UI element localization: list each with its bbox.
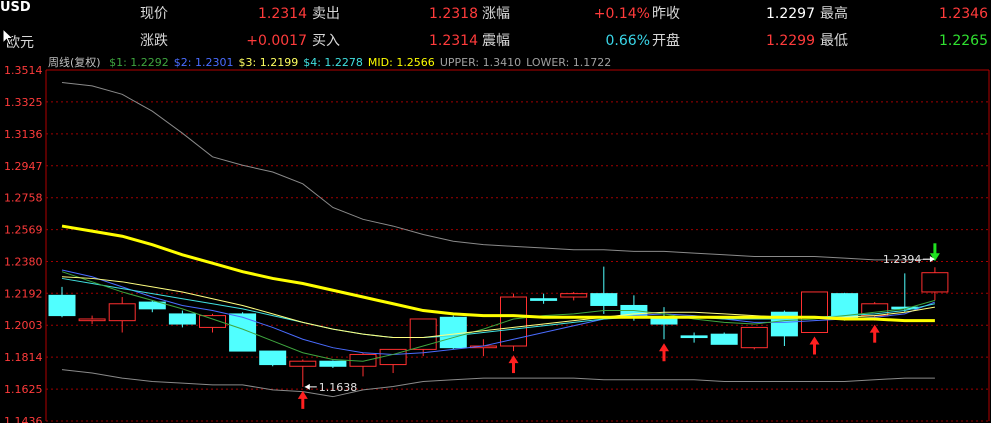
y-tick-label: 1.2003 [4,319,43,332]
candle [469,339,497,357]
up-arrow-icon [809,336,820,355]
candle [319,360,347,368]
y-axis: 1.3514 1.3325 1.3136 1.2947 1.2758 1.2569 1.23… [4,64,43,423]
candle-body [78,318,106,322]
up-arrow-icon [659,343,669,362]
candle-body [289,360,317,367]
candle-body [560,293,588,298]
candle [530,293,558,304]
candle [801,291,828,333]
up-arrow-head [659,343,669,352]
candle [108,297,136,333]
candle [740,326,768,350]
candle-body [259,350,287,366]
candle [138,300,166,313]
y-tick-label: 1.1625 [4,383,43,396]
candle [78,315,106,325]
candle [199,313,226,333]
price-annotation: 1.1638 [304,381,358,394]
candle-body [409,318,437,350]
candle-body [439,316,467,349]
y-tick-label: 1.2380 [4,256,43,269]
candle [680,332,708,343]
y-tick-label: 1.2192 [4,287,43,300]
y-tick-label: 1.2947 [4,160,43,173]
y-tick-label: 1.1814 [4,351,43,364]
y-tick-label: 1.3136 [4,128,43,141]
candle-body [500,296,527,347]
candle-body [199,315,226,328]
up-arrow-head [869,324,880,333]
candle-body [48,294,76,317]
candle [259,350,287,367]
up-arrow-head [508,355,519,364]
y-tick-label: 1.3325 [4,96,43,109]
candle-body [168,313,196,325]
candle [439,315,467,350]
candle [921,267,949,301]
candle-body [108,303,136,322]
price-annotation: 1.2394 [883,253,935,266]
y-tick-label: 1.1436 [4,415,43,423]
up-arrow-head [809,336,820,345]
annotation-label: 1.2394 [883,253,922,266]
candle-body [710,333,738,345]
lower-band-line [61,369,935,398]
candle [289,359,317,387]
candle [349,352,377,377]
y-tick-label: 1.2758 [4,192,43,205]
candle-body [530,298,558,301]
candle-body [590,293,618,306]
candle [590,266,618,314]
up-arrow-icon [508,355,519,374]
candle-body [921,272,949,293]
candle-body [801,291,828,333]
upper-band-line [61,82,935,261]
candle [710,332,738,345]
candle-body [770,311,798,337]
candlestick-chart[interactable]: 1.3514 1.3325 1.3136 1.2947 1.2758 1.2569 1.23… [0,0,991,423]
y-tick-label: 1.2569 [4,224,43,237]
candle-body [740,326,768,349]
up-arrow-icon [869,324,880,343]
candle [560,291,588,301]
candle [48,286,76,318]
annotation-label: 1.1638 [319,381,358,394]
y-tick-label: 1.3514 [4,64,43,77]
candle [379,348,407,374]
candle-body [680,335,708,339]
candle [229,312,257,352]
candle-body [319,360,347,367]
up-arrow-icon [297,390,308,409]
